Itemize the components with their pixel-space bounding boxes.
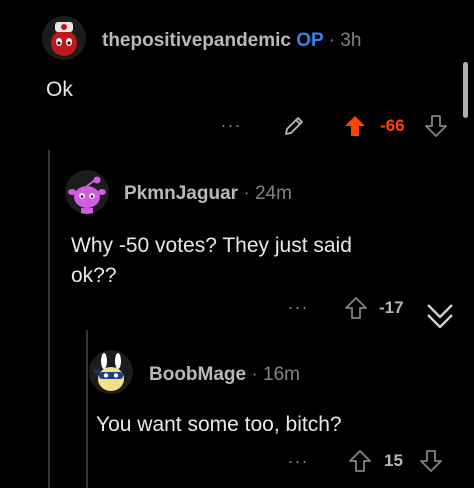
separator-dot: · (251, 364, 258, 385)
edit-button[interactable] (280, 112, 308, 140)
vote-score: 15 (384, 451, 403, 470)
username[interactable]: thepositivepandemic OP · 3h (102, 30, 361, 52)
thread-line-level-2[interactable] (86, 330, 88, 488)
separator-dot: · (328, 30, 335, 51)
downvote-arrow-icon (425, 115, 447, 137)
scrollbar[interactable] (463, 62, 468, 118)
comment-body: Ok (46, 78, 73, 101)
username-text[interactable]: PkmnJaguar (124, 183, 238, 204)
timestamp: 24m (254, 183, 292, 204)
avatar[interactable] (65, 170, 109, 214)
thread-line-level-1[interactable] (48, 150, 50, 488)
avatar[interactable] (89, 350, 133, 394)
username-text[interactable]: thepositivepandemic (102, 30, 291, 51)
more-options-button[interactable]: ··· (216, 114, 246, 136)
upvote-arrow-icon (345, 116, 365, 136)
upvote-button[interactable] (342, 112, 368, 140)
avatar[interactable] (42, 16, 86, 60)
edit-pencil-icon (285, 117, 303, 135)
comment-body-line-2: ok?? (71, 264, 117, 287)
collapse-thread-button[interactable] (424, 296, 456, 334)
upvote-button[interactable] (347, 447, 373, 475)
upvote-arrow-icon (345, 297, 367, 319)
username[interactable]: BoobMage · 16m (149, 364, 300, 386)
vote-score: -17 (379, 298, 404, 317)
timestamp: 16m (263, 364, 300, 385)
vote-score: -66 (380, 116, 405, 135)
downvote-arrow-icon (420, 450, 442, 472)
comment-body-line-1: Why -50 votes? They just said (71, 234, 352, 257)
timestamp: 3h (340, 30, 362, 51)
comment-body: You want some too, bitch? (96, 413, 342, 436)
separator-dot: · (243, 183, 250, 204)
avatar-image (42, 16, 86, 60)
downvote-button[interactable] (424, 112, 448, 140)
upvote-arrow-icon (349, 450, 371, 472)
avatar-image (89, 350, 133, 394)
collapse-chevron-icon (427, 304, 453, 329)
op-badge: OP (296, 30, 324, 51)
downvote-button[interactable] (419, 447, 443, 475)
username-text[interactable]: BoobMage (149, 364, 246, 385)
username[interactable]: PkmnJaguar · 24m (124, 183, 292, 205)
more-options-button[interactable]: ··· (283, 450, 313, 472)
more-options-button[interactable]: ··· (283, 296, 313, 318)
upvote-button[interactable] (343, 294, 369, 322)
avatar-image (65, 170, 109, 214)
